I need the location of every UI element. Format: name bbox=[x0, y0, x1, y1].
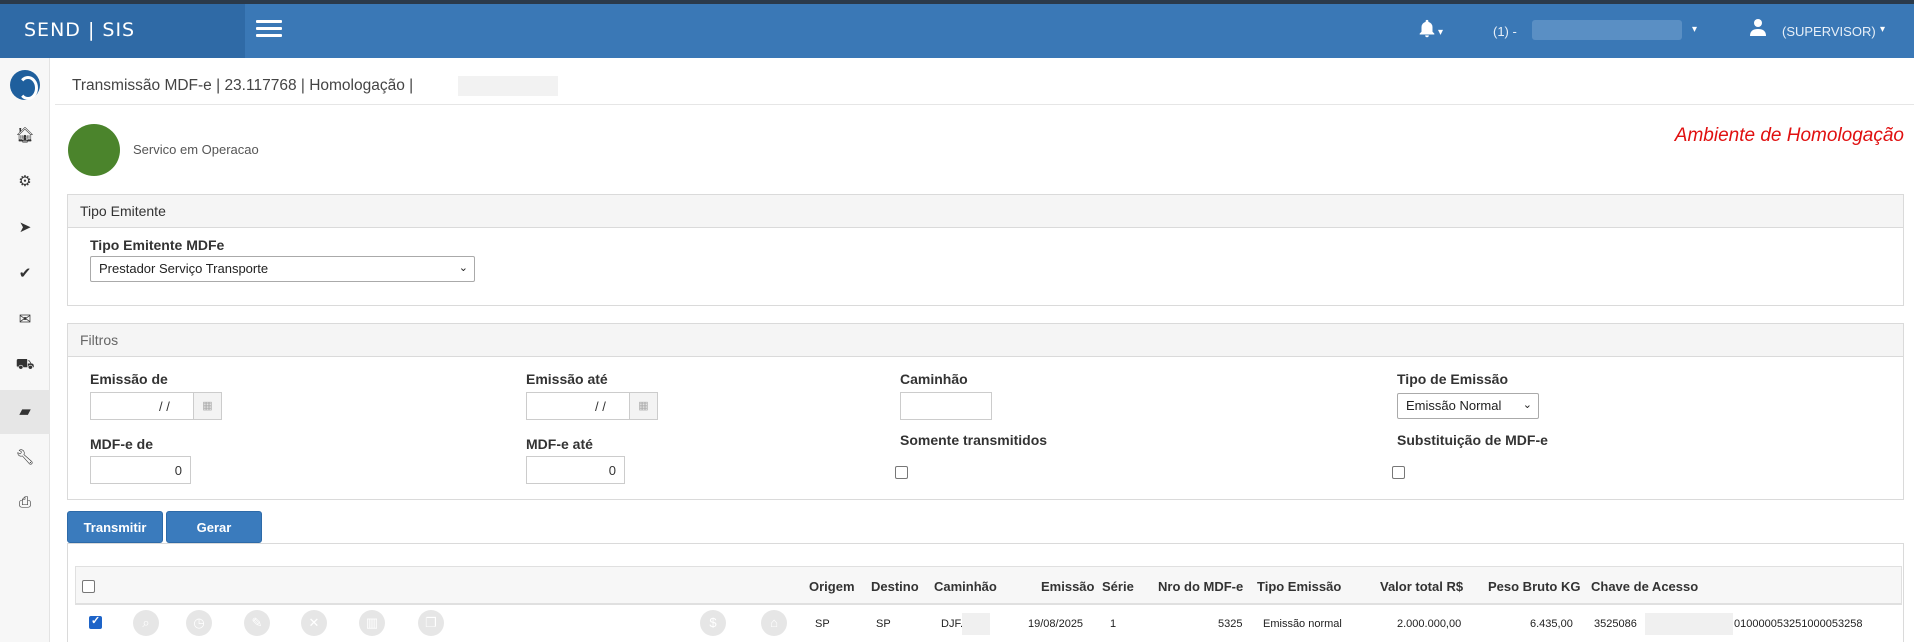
store-icon[interactable]: ⌂ bbox=[761, 610, 787, 636]
mdfe-ate-input[interactable]: 0 bbox=[526, 456, 625, 484]
col-peso-bruto[interactable]: Peso Bruto KG bbox=[1488, 579, 1580, 594]
notification-bell-icon[interactable]: ▾ bbox=[1416, 18, 1446, 44]
sidebar-wrench-icon[interactable]: 🔧︎ bbox=[0, 436, 50, 480]
somente-transmitidos-checkbox[interactable] bbox=[895, 466, 908, 479]
caminhao-redacted bbox=[962, 613, 990, 635]
col-nro-mdfe[interactable]: Nro do MDF-e bbox=[1158, 579, 1243, 594]
emissao-de-value: / / bbox=[159, 399, 170, 414]
service-status-indicator bbox=[68, 124, 120, 176]
caminhao-input[interactable] bbox=[900, 392, 992, 420]
app-logo bbox=[10, 70, 40, 100]
col-origem[interactable]: Origem bbox=[809, 579, 855, 594]
tipo-emitente-selected: Prestador Serviço Transporte bbox=[99, 261, 269, 276]
row-divider bbox=[75, 604, 1902, 605]
tipo-emitente-label: Tipo Emitente MDFe bbox=[90, 237, 225, 253]
col-tipo-emissao[interactable]: Tipo Emissão bbox=[1257, 579, 1341, 594]
cell-caminhao: DJF. bbox=[941, 618, 963, 630]
chave-redacted bbox=[1645, 613, 1733, 635]
caret-down-icon: ▾ bbox=[1438, 27, 1444, 38]
substituicao-label: Substituição de MDF-e bbox=[1397, 432, 1548, 448]
edit-icon[interactable]: ✎ bbox=[244, 610, 270, 636]
emissao-ate-field[interactable]: / / ▦ bbox=[526, 392, 658, 420]
top-navbar: SEND | SIS ▾ (1) - ▾ (SUPERVISOR) ▾ bbox=[0, 4, 1914, 58]
header-divider bbox=[55, 104, 1914, 105]
emissao-ate-value: / / bbox=[595, 399, 606, 414]
sidebar-cogs-icon[interactable]: ⚙︎ bbox=[0, 160, 50, 204]
tipo-emissao-selected: Emissão Normal bbox=[1406, 398, 1502, 413]
breadcrumb-redacted bbox=[458, 76, 558, 96]
sidebar: 🏠︎ ⚙︎ ➤ ✔ ✉︎ ⛟ ▰ 🔧︎ ⎙ bbox=[0, 58, 50, 642]
cell-origem: SP bbox=[815, 618, 830, 630]
mdfe-ate-label: MDF-e até bbox=[526, 436, 593, 452]
col-destino[interactable]: Destino bbox=[871, 579, 919, 594]
cell-emissao: 19/08/2025 bbox=[1028, 618, 1084, 630]
transmitir-button[interactable]: Transmitir bbox=[67, 511, 163, 543]
sidebar-map-icon[interactable]: ▰ bbox=[0, 390, 50, 434]
tipo-emissao-label: Tipo de Emissão bbox=[1397, 371, 1508, 387]
emissao-ate-label: Emissão até bbox=[526, 371, 608, 387]
sidebar-send-icon[interactable]: ➤ bbox=[0, 206, 50, 250]
sidebar-truck-icon[interactable]: ⛟ bbox=[0, 344, 50, 388]
tipo-emitente-panel: Tipo Emitente bbox=[67, 194, 1904, 306]
col-caminhao[interactable]: Caminhão bbox=[934, 579, 997, 594]
cell-tipo: Emissão normal bbox=[1263, 618, 1342, 630]
col-chave-acesso[interactable]: Chave de Acesso bbox=[1591, 579, 1698, 594]
mdfe-de-label: MDF-e de bbox=[90, 436, 153, 452]
bell-icon bbox=[1419, 19, 1435, 38]
company-selector[interactable]: (1) - bbox=[1493, 24, 1517, 39]
cell-serie: 1 bbox=[1110, 618, 1117, 630]
search-icon[interactable]: ⌕ bbox=[133, 610, 159, 636]
tipo-emissao-select[interactable]: Emissão Normal ⌄ bbox=[1397, 393, 1539, 419]
user-menu[interactable]: (SUPERVISOR) bbox=[1782, 24, 1876, 39]
tipo-emitente-select[interactable]: Prestador Serviço Transporte ⌄ bbox=[90, 256, 475, 282]
dollar-icon[interactable]: $ bbox=[700, 610, 726, 636]
sidebar-home-icon[interactable]: 🏠︎ bbox=[0, 114, 50, 158]
select-all-checkbox[interactable] bbox=[82, 580, 95, 593]
user-caret-icon[interactable]: ▾ bbox=[1880, 24, 1885, 35]
service-status-text: Servico em Operacao bbox=[133, 142, 259, 157]
panel-title: Filtros bbox=[68, 324, 1903, 357]
sidebar-double-check-icon[interactable]: ✔ bbox=[0, 252, 50, 296]
substituicao-checkbox[interactable] bbox=[1392, 466, 1405, 479]
cell-valor: 2.000.000,00 bbox=[1397, 618, 1462, 630]
col-serie[interactable]: Série bbox=[1102, 579, 1134, 594]
cell-peso: 6.435,00 bbox=[1530, 618, 1573, 630]
calendar-icon[interactable]: ▦ bbox=[629, 393, 657, 419]
cell-chave-inicio: 3525086 bbox=[1594, 618, 1637, 630]
cell-nro: 5325 bbox=[1218, 618, 1243, 630]
copy-icon[interactable]: ❐ bbox=[418, 610, 444, 636]
calendar-icon[interactable]: ▦ bbox=[193, 393, 221, 419]
chevron-down-icon: ⌄ bbox=[1522, 399, 1532, 411]
brand-logo[interactable]: SEND | SIS bbox=[0, 4, 245, 58]
cell-destino: SP bbox=[876, 618, 891, 630]
cancel-icon[interactable]: ✕ bbox=[301, 610, 327, 636]
cell-chave-fim: 01000005325100005325​8 bbox=[1734, 618, 1863, 630]
user-icon[interactable] bbox=[1750, 18, 1766, 39]
somente-transmitidos-label: Somente transmitidos bbox=[900, 432, 1048, 448]
chevron-down-icon: ⌄ bbox=[458, 262, 468, 274]
col-valor-total[interactable]: Valor total R$ bbox=[1380, 579, 1463, 594]
mdfe-de-input[interactable]: 0 bbox=[90, 456, 191, 484]
gerar-button[interactable]: Gerar bbox=[166, 511, 262, 543]
caminhao-label: Caminhão bbox=[900, 371, 968, 387]
sidebar-mail-icon[interactable]: ✉︎ bbox=[0, 298, 50, 342]
sidebar-print-icon[interactable]: ⎙ bbox=[0, 482, 50, 526]
clock-icon[interactable]: ◷ bbox=[186, 610, 212, 636]
menu-toggle-icon[interactable] bbox=[256, 20, 282, 40]
emissao-de-label: Emissão de bbox=[90, 371, 168, 387]
company-name-redacted bbox=[1532, 20, 1682, 40]
environment-label: Ambiente de Homologação bbox=[1674, 125, 1904, 146]
page-breadcrumb: Transmissão MDF-e | 23.117768 | Homologa… bbox=[72, 77, 414, 94]
map-icon[interactable]: ▥ bbox=[359, 610, 385, 636]
col-emissao[interactable]: Emissão bbox=[1041, 579, 1094, 594]
company-caret-icon[interactable]: ▾ bbox=[1692, 24, 1697, 35]
row-checkbox[interactable] bbox=[89, 614, 102, 629]
panel-title: Tipo Emitente bbox=[68, 195, 1903, 228]
emissao-de-field[interactable]: / / ▦ bbox=[90, 392, 222, 420]
